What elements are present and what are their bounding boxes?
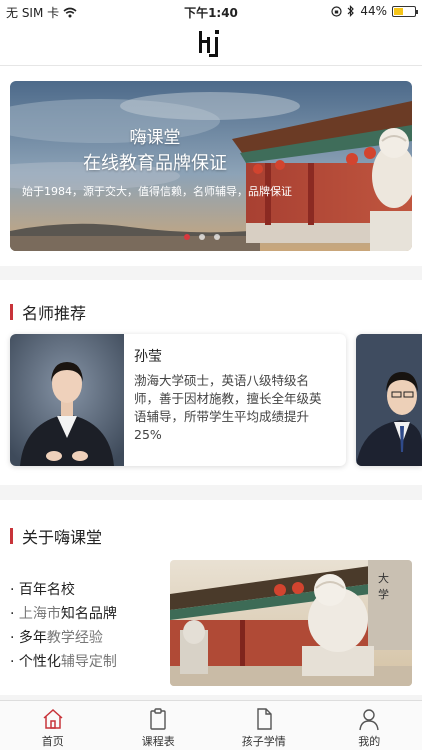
teachers-header: 名师推荐 (10, 300, 86, 324)
battery-icon (392, 5, 418, 17)
status-bar: 无 SIM 卡 下午1:40 44% (0, 0, 422, 22)
banner-section: 嗨课堂 在线教育品牌保证 始于1984，源于交大，值得信赖，名师辅导，品牌保证 (0, 66, 422, 266)
about-list: · 百年名校 · 上海市知名品牌 · 多年教学经验 · 个性化辅导定制 (10, 578, 117, 674)
tab-schedule[interactable]: 课程表 (106, 701, 212, 750)
about-header: 关于嗨课堂 (10, 524, 102, 548)
teachers-title: 名师推荐 (22, 304, 87, 323)
about-image[interactable]: 大 学 (170, 560, 412, 686)
carousel-dot-2[interactable] (199, 234, 205, 240)
banner-description: 始于1984，源于交大，值得信赖，名师辅导，品牌保证 (22, 185, 292, 198)
svg-text:大: 大 (378, 571, 389, 585)
banner-title: 嗨课堂 (129, 128, 181, 148)
bluetooth-icon (347, 5, 355, 17)
nav-bar (0, 22, 422, 66)
about-item: · 上海市知名品牌 (10, 606, 117, 622)
clipboard-icon (150, 708, 166, 730)
carousel-dots[interactable] (184, 234, 220, 240)
tab-bar: 首页 课程表 孩子学情 我的 (0, 700, 422, 750)
about-item: · 个性化辅导定制 (10, 654, 117, 670)
tab-schedule-label: 课程表 (141, 735, 175, 748)
home-icon (43, 708, 63, 729)
about-item: · 百年名校 (10, 582, 75, 598)
carousel-dot-3[interactable] (214, 234, 220, 240)
teacher-photo (10, 334, 124, 466)
teacher-photo-2 (356, 334, 422, 466)
banner-carousel[interactable]: 嗨课堂 在线教育品牌保证 始于1984，源于交大，值得信赖，名师辅导，品牌保证 (10, 81, 412, 251)
teacher-name: 孙莹 (134, 349, 162, 365)
tab-home[interactable]: 首页 (0, 701, 106, 750)
tab-child-progress[interactable]: 孩子学情 (211, 701, 317, 750)
tab-home-label: 首页 (41, 735, 64, 748)
teacher-description: 渤海大学硕士，英语八级特级名师，善于因材施教，擅长全年级英语辅导，所带学生平均成… (134, 373, 322, 442)
tab-profile-label: 我的 (358, 735, 381, 748)
teacher-card-next[interactable] (356, 334, 422, 466)
about-title: 关于嗨课堂 (22, 528, 103, 547)
section-accent-bar (10, 304, 13, 320)
teacher-card[interactable]: 孙莹 渤海大学硕士，英语八级特级名师，善于因材施教，擅长全年级英语辅导，所带学生… (10, 334, 346, 466)
svg-text:学: 学 (378, 587, 389, 601)
about-item: · 多年教学经验 (10, 630, 103, 646)
hi-logo (199, 30, 219, 57)
battery-percent: 44% (360, 4, 387, 18)
document-icon (257, 708, 272, 730)
section-accent-bar (10, 528, 13, 544)
tab-child-progress-label: 孩子学情 (241, 735, 286, 748)
banner-subtitle: 在线教育品牌保证 (83, 153, 227, 174)
rotation-lock-icon (331, 5, 342, 17)
status-right: 44% (331, 4, 418, 18)
person-icon (359, 709, 379, 731)
carousel-dot-1[interactable] (184, 234, 190, 240)
tab-profile[interactable]: 我的 (317, 701, 422, 750)
